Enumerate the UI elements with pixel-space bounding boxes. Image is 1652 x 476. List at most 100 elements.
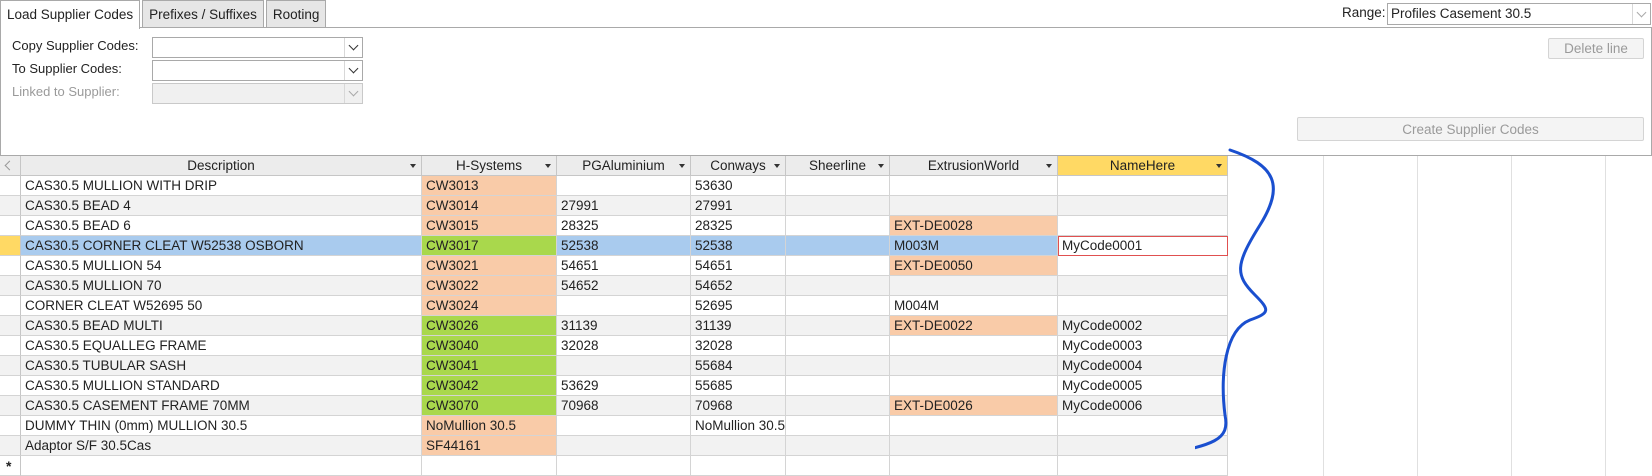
record-selector[interactable] [0, 256, 21, 276]
table-row[interactable]: DUMMY THIN (0mm) MULLION 30.5 NoMullion 3… [0, 416, 1228, 436]
table-row[interactable]: CAS30.5 BEAD 4 CW3014 27991 27991 [0, 196, 1228, 216]
sheerline-cell[interactable] [786, 236, 890, 256]
conways-cell[interactable]: 53630 [691, 176, 786, 196]
h-systems-cell[interactable]: NoMullion 30.5 [422, 416, 557, 436]
description-cell[interactable]: CAS30.5 MULLION WITH DRIP [21, 176, 422, 196]
description-cell[interactable]: Adaptor S/F 30.5Cas [21, 436, 422, 456]
pgaluminium-cell[interactable] [557, 416, 691, 436]
tab-prefixes-suffixes[interactable]: Prefixes / Suffixes [142, 0, 264, 28]
new-record-cell[interactable] [422, 456, 557, 476]
chevron-down-icon[interactable] [344, 84, 362, 103]
h-systems-cell[interactable]: CW3040 [422, 336, 557, 356]
record-selector[interactable] [0, 336, 21, 356]
h-systems-cell[interactable]: CW3021 [422, 256, 557, 276]
sheerline-cell[interactable] [786, 336, 890, 356]
description-cell[interactable]: CAS30.5 BEAD 4 [21, 196, 422, 216]
table-row[interactable]: Adaptor S/F 30.5Cas SF44161 [0, 436, 1228, 456]
sheerline-cell[interactable] [786, 356, 890, 376]
extrusionworld-cell[interactable]: EXT-DE0026 [890, 396, 1058, 416]
description-cell[interactable]: CAS30.5 BEAD MULTI [21, 316, 422, 336]
conways-cell[interactable]: 54651 [691, 256, 786, 276]
description-cell[interactable]: CAS30.5 TUBULAR SASH [21, 356, 422, 376]
conways-cell[interactable]: 28325 [691, 216, 786, 236]
extrusionworld-cell[interactable]: EXT-DE0050 [890, 256, 1058, 276]
namehere-cell[interactable] [1058, 256, 1228, 276]
column-header-sheerline[interactable]: Sheerline [786, 156, 890, 176]
column-header-conways[interactable]: Conways [691, 156, 786, 176]
new-record-cell[interactable] [890, 456, 1058, 476]
chevron-down-icon[interactable] [1632, 4, 1650, 24]
conways-cell[interactable]: 52695 [691, 296, 786, 316]
record-selector[interactable] [0, 296, 21, 316]
namehere-cell[interactable] [1058, 436, 1228, 456]
h-systems-cell[interactable]: CW3024 [422, 296, 557, 316]
new-record-cell[interactable] [21, 456, 422, 476]
sheerline-cell[interactable] [786, 436, 890, 456]
namehere-cell[interactable] [1058, 296, 1228, 316]
pgaluminium-cell[interactable]: 53629 [557, 376, 691, 396]
conways-cell[interactable]: NoMullion 30.5 [691, 416, 786, 436]
pgaluminium-cell[interactable]: 32028 [557, 336, 691, 356]
pgaluminium-cell[interactable] [557, 296, 691, 316]
extrusionworld-cell[interactable] [890, 416, 1058, 436]
extrusionworld-cell[interactable] [890, 436, 1058, 456]
h-systems-cell[interactable]: CW3014 [422, 196, 557, 216]
h-systems-cell[interactable]: CW3026 [422, 316, 557, 336]
table-row[interactable]: CAS30.5 MULLION WITH DRIP CW3013 53630 [0, 176, 1228, 196]
table-row[interactable]: CAS30.5 MULLION 70 CW3022 54652 54652 [0, 276, 1228, 296]
new-record-cell[interactable] [691, 456, 786, 476]
description-cell[interactable]: CORNER CLEAT W52695 50 [21, 296, 422, 316]
new-record-cell[interactable] [1058, 456, 1228, 476]
namehere-cell[interactable]: MyCode0004 [1058, 356, 1228, 376]
tab-rooting[interactable]: Rooting [265, 0, 327, 28]
pgaluminium-cell[interactable]: 31139 [557, 316, 691, 336]
h-systems-cell[interactable]: SF44161 [422, 436, 557, 456]
conways-cell[interactable]: 55685 [691, 376, 786, 396]
linked-to-supplier-select[interactable] [152, 83, 363, 104]
column-header-extrusionworld[interactable]: ExtrusionWorld [890, 156, 1058, 176]
new-record-row[interactable]: * [0, 456, 1228, 476]
record-selector[interactable] [0, 356, 21, 376]
record-selector[interactable] [0, 416, 21, 436]
pgaluminium-cell[interactable]: 52538 [557, 236, 691, 256]
pgaluminium-cell[interactable]: 54652 [557, 276, 691, 296]
new-record-cell[interactable] [786, 456, 890, 476]
conways-cell[interactable]: 52538 [691, 236, 786, 256]
table-row[interactable]: CAS30.5 EQUALLEG FRAME CW3040 32028 32028 My… [0, 336, 1228, 356]
extrusionworld-cell[interactable] [890, 336, 1058, 356]
extrusionworld-cell[interactable] [890, 176, 1058, 196]
description-cell[interactable]: CAS30.5 CASEMENT FRAME 70MM [21, 396, 422, 416]
h-systems-cell[interactable]: CW3013 [422, 176, 557, 196]
extrusionworld-cell[interactable]: M004M [890, 296, 1058, 316]
pgaluminium-cell[interactable] [557, 176, 691, 196]
to-supplier-codes-select[interactable] [152, 60, 363, 81]
sheerline-cell[interactable] [786, 196, 890, 216]
extrusionworld-cell[interactable] [890, 356, 1058, 376]
namehere-cell[interactable]: MyCode0005 [1058, 376, 1228, 396]
table-row[interactable]: CORNER CLEAT W52695 50 CW3024 52695 M004M [0, 296, 1228, 316]
description-cell[interactable]: CAS30.5 MULLION STANDARD [21, 376, 422, 396]
delete-line-button[interactable]: Delete line [1548, 38, 1644, 59]
record-selector[interactable] [0, 196, 21, 216]
record-selector[interactable] [0, 236, 21, 256]
create-supplier-codes-button[interactable]: Create Supplier Codes [1297, 117, 1644, 141]
column-header-pgaluminium[interactable]: PGAluminium [557, 156, 691, 176]
description-cell[interactable]: CAS30.5 MULLION 54 [21, 256, 422, 276]
description-cell[interactable]: CAS30.5 CORNER CLEAT W52538 OSBORN [21, 236, 422, 256]
conways-cell[interactable] [691, 436, 786, 456]
record-selector[interactable] [0, 316, 21, 336]
tab-load-supplier-codes[interactable]: Load Supplier Codes [0, 0, 141, 29]
table-row[interactable]: CAS30.5 MULLION STANDARD CW3042 53629 55685… [0, 376, 1228, 396]
column-header-namehere[interactable]: NameHere [1058, 156, 1228, 176]
pgaluminium-cell[interactable] [557, 356, 691, 376]
chevron-down-icon[interactable] [344, 61, 362, 80]
record-selector[interactable] [0, 276, 21, 296]
pgaluminium-cell[interactable]: 70968 [557, 396, 691, 416]
namehere-cell[interactable] [1058, 216, 1228, 236]
new-record-selector[interactable]: * [0, 456, 21, 476]
namehere-cell[interactable]: MyCode0006 [1058, 396, 1228, 416]
h-systems-cell[interactable]: CW3070 [422, 396, 557, 416]
sheerline-cell[interactable] [786, 416, 890, 436]
sheerline-cell[interactable] [786, 216, 890, 236]
extrusionworld-cell[interactable]: EXT-DE0028 [890, 216, 1058, 236]
